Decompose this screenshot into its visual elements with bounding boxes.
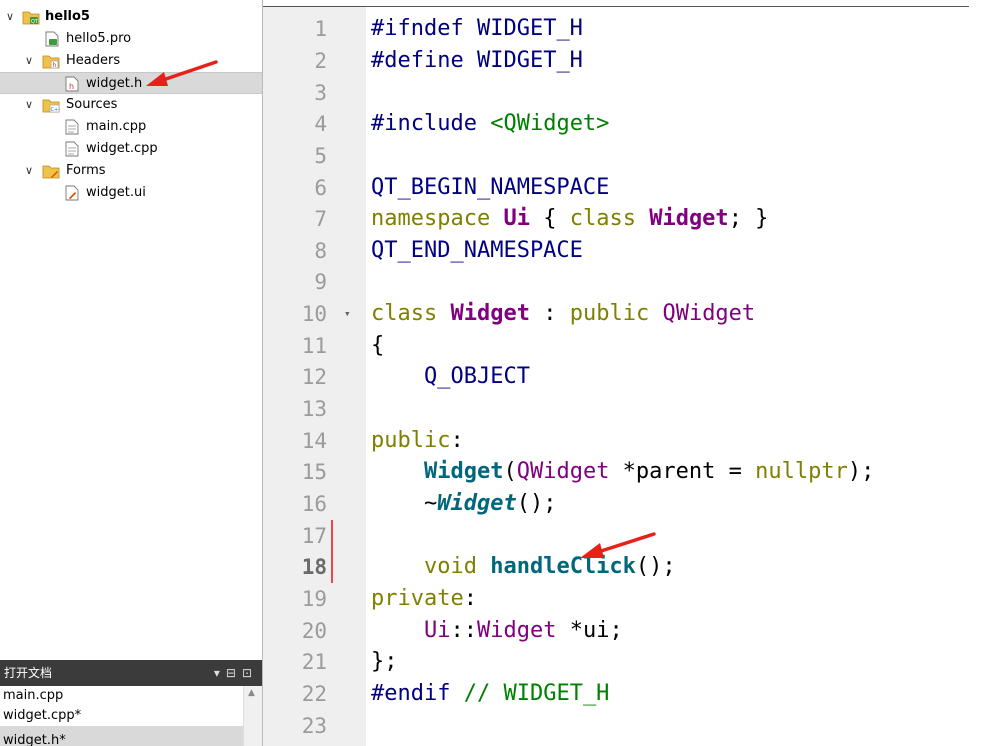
- line-number: 12: [301, 365, 327, 389]
- code-text: public:: [371, 428, 464, 453]
- code-line: 12 Q_OBJECT: [0, 361, 990, 393]
- code-text: #include <QWidget>: [371, 111, 610, 136]
- code-text: Ui::Widget *ui;: [423, 618, 623, 643]
- code-line: 23: [0, 710, 990, 746]
- code-text: Widget(QWidget *parent = nullptr);: [423, 459, 875, 484]
- code-text: };: [371, 649, 398, 674]
- code-line: 18 void handleClick();: [0, 551, 990, 583]
- line-number: 10: [301, 302, 327, 326]
- code-line: 13: [0, 393, 990, 425]
- line-number: 3: [314, 81, 327, 105]
- line-number: 23: [301, 714, 327, 738]
- code-line: 20 Ui::Widget *ui;: [0, 615, 990, 647]
- line-number: 11: [301, 334, 327, 358]
- line-number: 7: [314, 207, 327, 231]
- line-number: 20: [301, 619, 327, 643]
- line-number: 16: [301, 492, 327, 516]
- line-number: 15: [301, 460, 327, 484]
- line-number: 8: [314, 239, 327, 263]
- line-number: 21: [301, 650, 327, 674]
- code-text: Q_OBJECT: [371, 364, 530, 389]
- fold-marker-icon[interactable]: ▾: [344, 298, 351, 330]
- line-number: 19: [301, 587, 327, 611]
- annotation-arrow-icon: [580, 532, 656, 558]
- code-line: 9: [0, 266, 990, 298]
- line-number: 9: [314, 270, 327, 294]
- code-text: namespace Ui { class Widget; }: [371, 206, 769, 231]
- code-line: 16 ~Widget();: [0, 488, 990, 520]
- code-line: 4 #include <QWidget>: [0, 108, 990, 140]
- line-number: 13: [301, 397, 327, 421]
- code-text: class Widget : public QWidget: [371, 301, 756, 326]
- code-text: #define WIDGET_H: [371, 48, 583, 73]
- code-line: 3: [0, 77, 990, 109]
- code-text: {: [371, 333, 385, 358]
- line-number: 22: [301, 682, 327, 706]
- code-text: QT_END_NAMESPACE: [371, 238, 583, 263]
- code-text: ~Widget();: [371, 491, 557, 516]
- code-line: 2 #define WIDGET_H: [0, 45, 990, 77]
- code-line: 22 #endif // WIDGET_H: [0, 678, 990, 710]
- code-line: 8 QT_END_NAMESPACE: [0, 235, 990, 267]
- change-marker: [331, 520, 333, 583]
- line-number: 4: [314, 112, 327, 136]
- code-line: 10 ▾ class Widget : public QWidget: [0, 298, 990, 330]
- code-line: 19 private:: [0, 583, 990, 615]
- code-line: 6 QT_BEGIN_NAMESPACE: [0, 172, 990, 204]
- line-number: 1: [314, 17, 327, 41]
- line-number: 14: [301, 429, 327, 453]
- code-line: 17: [0, 520, 990, 552]
- code-text: #ifndef WIDGET_H: [371, 16, 583, 41]
- code-text: #endif // WIDGET_H: [371, 681, 610, 706]
- line-number: 6: [314, 176, 327, 200]
- code-line: 21 };: [0, 646, 990, 678]
- line-number: 2: [314, 49, 327, 73]
- code-line: 11 {: [0, 330, 990, 362]
- code-line: 7 namespace Ui { class Widget; }: [0, 203, 990, 235]
- code-line: 15 Widget(QWidget *parent = nullptr);: [0, 456, 990, 488]
- code-text: QT_BEGIN_NAMESPACE: [371, 175, 610, 200]
- code-line: 14 public:: [0, 425, 990, 457]
- line-number: 5: [314, 144, 327, 168]
- line-number: 17: [301, 524, 327, 548]
- code-line: 5: [0, 140, 990, 172]
- code-line: 1 #ifndef WIDGET_H: [0, 13, 990, 45]
- code-text: private:: [371, 586, 477, 611]
- line-number-current: 18: [301, 555, 327, 579]
